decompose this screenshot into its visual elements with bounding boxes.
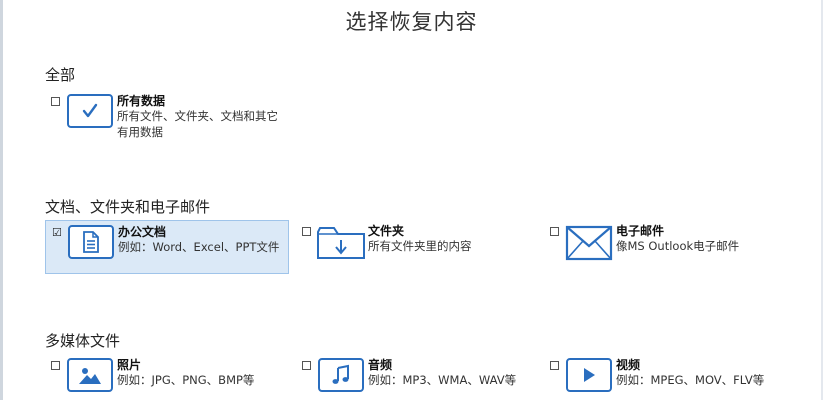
all-data-label: 所有数据	[117, 94, 166, 108]
video-checkbox[interactable]	[550, 361, 559, 370]
all-data-checkbox[interactable]	[51, 97, 60, 106]
email-label: 电子邮件	[616, 224, 665, 238]
option-audio[interactable]: 音频 例如：MP3、WMA、WAV等	[296, 354, 536, 398]
email-desc: 像MS Outlook电子邮件	[616, 239, 740, 253]
document-icon	[68, 225, 114, 259]
section-title-multimedia: 多媒体文件	[45, 332, 121, 350]
option-video[interactable]: 视频 例如：MPEG、MOV、FLV等	[544, 354, 784, 398]
option-photos[interactable]: 照片 例如：JPG、PNG、BMP等	[45, 354, 285, 398]
photo-icon	[67, 358, 113, 392]
audio-desc: 例如：MP3、WMA、WAV等	[368, 373, 517, 387]
section-title-documents: 文档、文件夹和电子邮件	[45, 198, 211, 216]
video-label: 视频	[616, 358, 641, 372]
mail-icon	[564, 222, 614, 261]
office-docs-desc: 例如：Word、Excel、PPT文件	[118, 240, 280, 254]
option-email[interactable]: 电子邮件 像MS Outlook电子邮件	[544, 220, 784, 274]
window-left-border	[0, 0, 3, 400]
email-checkbox[interactable]	[550, 227, 559, 236]
office-docs-label: 办公文档	[118, 225, 167, 239]
folder-icon	[316, 222, 366, 260]
music-note-icon	[318, 358, 364, 392]
folders-desc: 所有文件夹里的内容	[368, 239, 472, 253]
option-office-docs[interactable]: ☑ 办公文档 例如：Word、Excel、PPT文件	[45, 220, 289, 274]
audio-checkbox[interactable]	[302, 361, 311, 370]
play-icon	[566, 358, 612, 392]
option-all-data[interactable]: 所有数据 所有文件、文件夹、文档和其它有用数据	[45, 90, 285, 142]
option-folders[interactable]: 文件夹 所有文件夹里的内容	[296, 220, 536, 274]
folders-label: 文件夹	[368, 224, 405, 238]
photos-label: 照片	[117, 358, 142, 372]
checkmark-icon	[67, 94, 113, 128]
video-desc: 例如：MPEG、MOV、FLV等	[616, 373, 765, 387]
page-title: 选择恢复内容	[345, 10, 478, 34]
audio-label: 音频	[368, 358, 393, 372]
photos-checkbox[interactable]	[51, 361, 60, 370]
photos-desc: 例如：JPG、PNG、BMP等	[117, 373, 255, 387]
all-data-desc: 所有文件、文件夹、文档和其它有用数据	[117, 109, 278, 139]
folders-checkbox[interactable]	[302, 227, 311, 236]
section-title-all: 全部	[45, 66, 76, 84]
office-docs-checkbox[interactable]: ☑	[52, 227, 62, 238]
